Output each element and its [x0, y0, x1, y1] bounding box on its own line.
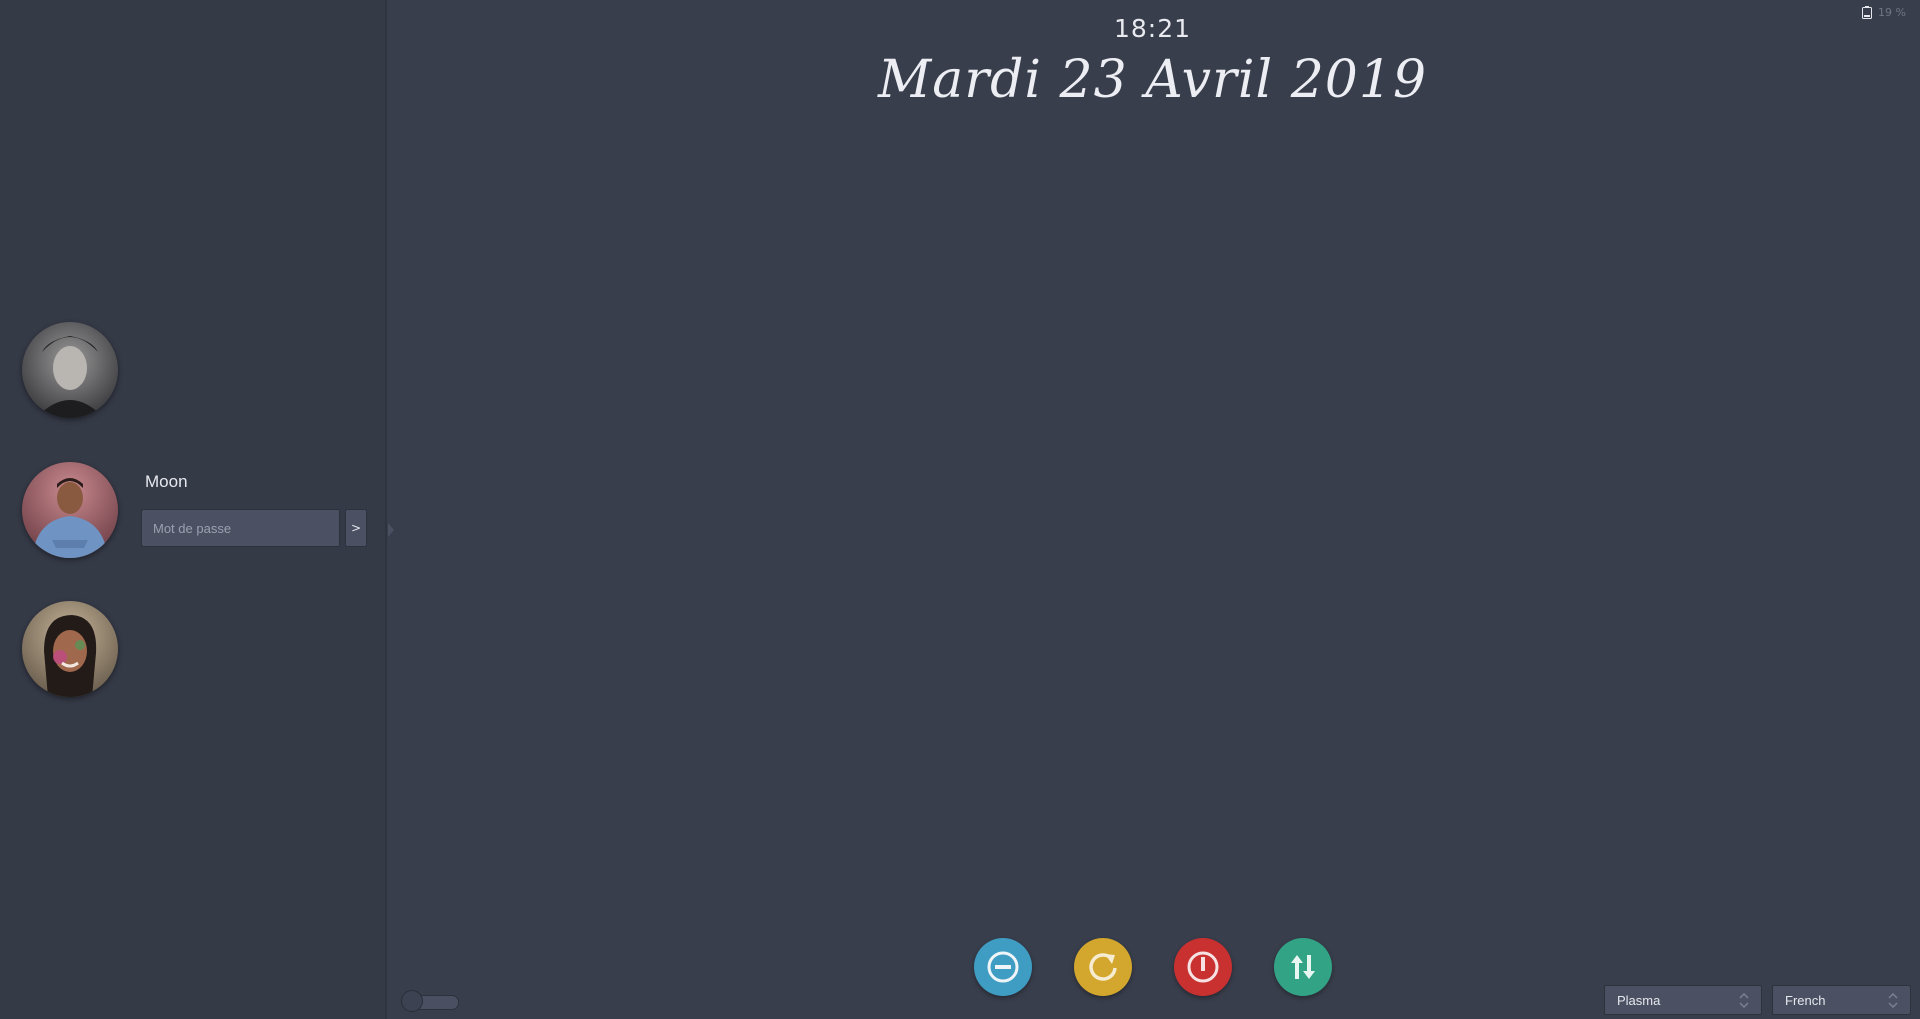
user-3-photo	[22, 601, 118, 697]
user-2-photo	[22, 462, 118, 558]
session-select-value: Plasma	[1617, 992, 1661, 1008]
toggle-knob	[401, 990, 423, 1012]
battery-indicator: 19 %	[1862, 6, 1906, 19]
restart-button[interactable]	[1074, 938, 1132, 996]
updown-arrows-icon	[1888, 992, 1898, 1008]
virtual-keyboard-toggle[interactable]	[401, 990, 459, 1012]
user-sidebar: Moon >	[0, 0, 387, 1019]
switch-user-button[interactable]	[1274, 938, 1332, 996]
suspend-button[interactable]	[974, 938, 1032, 996]
user-avatar-1[interactable]	[22, 322, 118, 418]
clock-time: 18:21	[1113, 14, 1192, 43]
power-icon	[1187, 951, 1219, 983]
username-label: Moon	[145, 472, 188, 491]
battery-percent: 19 %	[1878, 6, 1906, 19]
keyboard-layout-select[interactable]: French	[1772, 985, 1911, 1015]
shutdown-button[interactable]	[1174, 938, 1232, 996]
user-1-photo	[22, 322, 118, 418]
minus-circle-icon	[987, 951, 1019, 983]
user-avatar-3[interactable]	[22, 601, 118, 697]
chevron-right-icon	[388, 523, 394, 537]
clock-date: Mardi 23 Avril 2019	[877, 50, 1428, 110]
restart-icon	[1089, 953, 1117, 981]
password-input[interactable]	[141, 509, 340, 547]
login-submit-button[interactable]: >	[345, 509, 367, 547]
user-avatar-2[interactable]	[22, 462, 118, 558]
swap-icon	[1291, 955, 1315, 979]
keyboard-layout-value: French	[1785, 992, 1826, 1008]
collapse-sidebar-handle[interactable]	[385, 518, 397, 542]
session-select[interactable]: Plasma	[1604, 985, 1762, 1015]
updown-arrows-icon	[1739, 992, 1749, 1008]
battery-icon	[1862, 6, 1873, 19]
